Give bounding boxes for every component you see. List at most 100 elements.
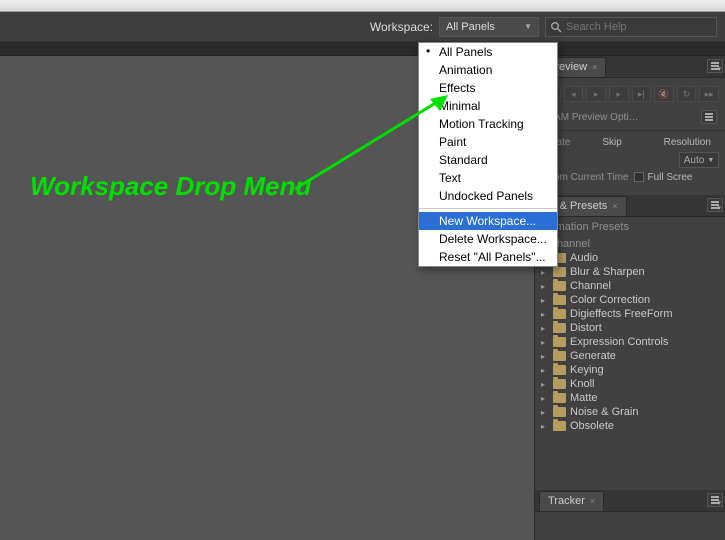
disclosure-triangle-icon: ▸ — [541, 408, 549, 417]
transport-controls: |◂ ◂ ▸ ▸ ▸| 🔇 ↻ ▸▸ — [535, 84, 725, 108]
effects-presets-panel-header: ts & Presets × — [535, 195, 725, 217]
disclosure-triangle-icon: ▸ — [541, 310, 549, 319]
workspace-menu-item[interactable]: Animation — [419, 61, 557, 79]
top-toolbar: Workspace: All Panels ▼ — [0, 12, 725, 42]
workspace-menu-item[interactable]: Standard — [419, 151, 557, 169]
folder-icon — [553, 267, 566, 277]
folder-icon — [553, 337, 566, 347]
folder-icon — [553, 407, 566, 417]
preset-folder[interactable]: ▸ Noise & Grain — [539, 405, 725, 419]
preset-folder-label: Expression Controls — [570, 336, 668, 348]
secondary-bar — [0, 42, 725, 56]
preset-folder[interactable]: ▸ Channel — [535, 237, 725, 251]
next-frame-button[interactable]: ▸ — [609, 86, 629, 102]
workspace-dropdown-menu: All PanelsAnimationEffectsMinimalMotion … — [418, 42, 558, 267]
disclosure-triangle-icon: ▸ — [541, 366, 549, 375]
preset-folder[interactable]: ▸Digieffects FreeForm — [539, 307, 725, 321]
mute-button[interactable]: 🔇 — [654, 86, 674, 102]
preset-folder[interactable]: ▸ Knoll — [539, 377, 725, 391]
window-titlebar — [0, 0, 725, 12]
preset-folder[interactable]: ▸ Matte — [539, 391, 725, 405]
workspace-selected-value: All Panels — [446, 21, 495, 33]
workspace-menu-item[interactable]: Motion Tracking — [419, 115, 557, 133]
folder-icon — [553, 379, 566, 389]
preset-folder-label: Noise & Grain — [570, 406, 638, 418]
panel-menu-button[interactable] — [707, 198, 723, 212]
resolution-label: Resolution — [664, 137, 719, 148]
right-panel-column: Preview × |◂ ◂ ▸ ▸ ▸| 🔇 ↻ ▸▸ +RAM Previe… — [535, 56, 725, 540]
close-icon[interactable]: × — [612, 201, 617, 211]
folder-icon — [553, 309, 566, 319]
preset-folder-label: Audio — [570, 252, 598, 264]
resolution-dropdown[interactable]: Auto ▼ — [679, 152, 719, 168]
preview-labels-row: e Rate Skip Resolution — [535, 135, 725, 150]
disclosure-triangle-icon: ▸ — [541, 380, 549, 389]
ram-preview-options-row: +RAM Preview Opti… — [535, 108, 725, 126]
workspace-menu-item[interactable]: Minimal — [419, 97, 557, 115]
go-to-end-button[interactable]: ▸| — [632, 86, 652, 102]
preset-folder[interactable]: ▸ Distort — [539, 321, 725, 335]
close-icon[interactable]: × — [592, 62, 597, 72]
annotation-overlay: Workspace Drop Menu — [30, 171, 311, 202]
preset-folder-label: Channel — [570, 280, 611, 292]
ram-options-menu-button[interactable] — [701, 110, 717, 124]
preset-folder[interactable]: ▸ Color Correction — [539, 293, 725, 307]
workspace-menu-item[interactable]: Undocked Panels — [419, 187, 557, 205]
preset-folder[interactable]: ▸Audio — [539, 251, 725, 265]
search-help-input[interactable] — [566, 21, 712, 33]
search-icon — [550, 21, 562, 33]
ram-preview-button[interactable]: ▸▸ — [699, 86, 719, 102]
preset-folder[interactable]: ▸ Blur & Sharpen — [539, 265, 725, 279]
disclosure-triangle-icon: ▸ — [541, 324, 549, 333]
disclosure-triangle-icon: ▸ — [541, 268, 549, 277]
workspace-menu-item[interactable]: Text — [419, 169, 557, 187]
preview-checks-row: om Current Time Full Scree — [535, 170, 725, 185]
workspace-menu-action[interactable]: New Workspace... — [419, 212, 557, 230]
panel-menu-button[interactable] — [707, 493, 723, 507]
loop-button[interactable]: ↻ — [677, 86, 697, 102]
preset-folder-label: Matte — [570, 392, 598, 404]
workspace-menu-item[interactable]: Paint — [419, 133, 557, 151]
preset-folder-label: Color Correction — [570, 294, 650, 306]
preset-folder-label: Knoll — [570, 378, 594, 390]
workspace-dropdown[interactable]: All Panels ▼ — [439, 17, 539, 37]
workspace-menu-action[interactable]: Reset "All Panels"... — [419, 248, 557, 266]
folder-icon — [553, 421, 566, 431]
disclosure-triangle-icon: ▸ — [541, 394, 549, 403]
disclosure-triangle-icon: ▸ — [541, 422, 549, 431]
workspace-label: Workspace: — [370, 20, 433, 34]
menu-separator — [419, 208, 557, 209]
skip-label: Skip — [602, 137, 657, 148]
close-icon[interactable]: × — [590, 496, 595, 506]
tracker-tab[interactable]: Tracker × — [539, 491, 604, 511]
panel-menu-button[interactable] — [707, 59, 723, 73]
effects-presets-panel-body: ▾ nimation Presets ▸ Channel ▸Audio▸Blur… — [535, 217, 725, 490]
disclosure-triangle-icon: ▸ — [541, 296, 549, 305]
preset-folder-label: Generate — [570, 350, 616, 362]
prev-frame-button[interactable]: ◂ — [564, 86, 584, 102]
preset-folder[interactable]: ▸ Obsolete — [539, 419, 725, 433]
preset-folder-label: Obsolete — [570, 420, 614, 432]
preset-folder[interactable]: ▸Channel — [539, 279, 725, 293]
preset-folder[interactable]: ▸ Generate — [539, 349, 725, 363]
workspace-menu-item[interactable]: Effects — [419, 79, 557, 97]
workspace-menu-action[interactable]: Delete Workspace... — [419, 230, 557, 248]
preset-folder[interactable]: ▸Expression Controls — [539, 335, 725, 349]
preview-panel-header: Preview × — [535, 56, 725, 78]
play-button[interactable]: ▸ — [586, 86, 606, 102]
disclosure-triangle-icon: ▸ — [541, 352, 549, 361]
tracker-tab-label: Tracker — [548, 495, 585, 507]
preview-values-row: Auto ▼ — [535, 150, 725, 170]
preview-panel-body: |◂ ◂ ▸ ▸ ▸| 🔇 ↻ ▸▸ +RAM Preview Opti… e … — [535, 78, 725, 195]
search-help-field[interactable] — [545, 17, 717, 37]
workspace-menu-item[interactable]: All Panels — [419, 43, 557, 61]
full-screen-check[interactable]: Full Scree — [634, 172, 692, 183]
folder-icon — [553, 295, 566, 305]
tracker-panel-body — [535, 512, 725, 540]
preset-folder[interactable]: ▸Keying — [539, 363, 725, 377]
preset-folder-label: Blur & Sharpen — [570, 266, 645, 278]
preset-folder-label: Distort — [570, 322, 602, 334]
animation-presets-root[interactable]: ▾ nimation Presets — [535, 217, 725, 237]
chevron-down-icon: ▼ — [524, 22, 532, 31]
folder-icon — [553, 393, 566, 403]
